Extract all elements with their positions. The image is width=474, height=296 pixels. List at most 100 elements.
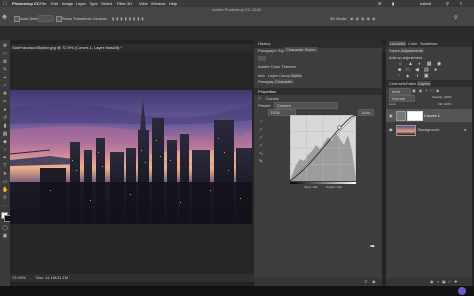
paragraph-char-tabs: Paragraph Character [254,78,382,86]
history-brush-tool-icon[interactable]: ↺ [2,116,8,121]
tab-adjustments[interactable]: Adjustments [400,48,425,53]
layer-name[interactable]: Curves 1 [424,113,440,118]
auto-select-dropdown[interactable] [38,15,54,22]
path-select-tool-icon[interactable]: ➤ [2,172,8,177]
move-tool-icon[interactable]: ✥ [2,15,10,21]
type-tool-icon[interactable]: T [2,164,8,169]
more-tools-icon[interactable]: ⋯ [2,204,8,209]
lasso-tool-icon[interactable]: ✿ [2,60,8,65]
visibility-eye-icon[interactable]: ◉ [389,113,393,118]
stamp-tool-icon[interactable]: ● [2,108,8,113]
curves-adjustment-icon: □ [258,96,262,102]
show-transform-label: Show Transform Controls [62,16,108,21]
shape-tool-icon[interactable]: ▭ [2,180,8,185]
3d-mode-icons[interactable]: ◉◉◉◉◉ [350,16,380,21]
tools-panel: ✥ □ ✿ ✎ ⌖ ✓ ✚ ✏ ● ↺ ▮ ▦ ◆ ○ ✒ T ➤ ▭ ✋ ⚲ … [0,40,11,286]
menu-edit[interactable]: Edit [51,1,58,6]
move-tool-icon[interactable]: ✥ [2,44,8,49]
window-title: Adobe Photoshop CC 2018 [212,7,261,12]
document-tab[interactable]: SanFranciscoSkyline.jpg @ 72.9% (Curves … [12,45,122,50]
adobe-color-themes[interactable]: Adobe Color Themes [258,64,296,69]
menubar-user[interactable]: hakett [420,1,431,6]
curves-graph[interactable] [289,114,357,182]
zoom-level[interactable]: 72.93% [12,275,26,280]
tab-libraries[interactable]: Libraries [389,41,407,46]
tab-character-styles[interactable]: Character Styles [284,47,318,52]
layer-footer-icons[interactable]: ◉◑▣□✚ [430,279,460,284]
adjustments-tabs: Styles Adjustments [386,47,472,54]
zoom-tool-icon[interactable]: ⚲ [2,196,8,201]
3d-mode-label: 3D Mode: [330,16,348,21]
blend-mode-dropdown[interactable]: Normal [389,95,415,102]
align-icons[interactable]: ▮▮▮▮▮▮▮▮ [112,16,172,21]
properties-footer: ↺ ◉ [254,278,382,286]
eyedropper-tool-icon[interactable]: ✓ [2,84,8,89]
menu-select[interactable]: Select [101,1,112,6]
3d-panel-icon[interactable] [258,56,266,61]
hand-tool-icon[interactable]: ✋ [2,188,8,193]
fill-field[interactable]: Fill: 100% [438,102,451,107]
white-point-eyedropper-icon[interactable]: ✓ [259,142,263,150]
menu-layer[interactable]: Layer [76,1,86,6]
eraser-tool-icon[interactable]: ▮ [2,124,8,129]
tab-color[interactable]: Color [408,41,418,46]
tab-paths[interactable]: Paths [406,81,416,86]
blur-tool-icon[interactable]: ◆ [2,140,8,145]
layer-filter-icons[interactable]: ▣◉T□◆ [412,88,462,93]
reset-icon[interactable]: ↺ [364,279,367,284]
brush-tool-icon[interactable]: ✏ [2,100,8,105]
middle-panel-dock: History Paragraph Styles Character Style… [254,40,382,286]
tab-swatches[interactable]: Swatches [420,41,437,46]
layer-mask-thumb[interactable] [407,111,423,121]
menu-help[interactable]: Help [169,1,177,6]
screen-mode-icon[interactable]: ▣ [2,234,8,239]
menu-view[interactable]: View [139,1,148,6]
input-value: Input: 199 [304,185,318,189]
layer-row[interactable]: ◉ Curves 1 [386,109,472,122]
draw-curve-icon[interactable]: ✎ [259,158,263,166]
adjustment-icons[interactable]: ☼ ▲ ◐ ▦ ◉ ■ □ ◀ ▤ ● ▫ ▲ ◑ ▣ [398,61,458,79]
document-image[interactable] [10,90,252,224]
tab-character[interactable]: Character [274,79,294,84]
preset-dropdown[interactable]: Custom [274,102,338,109]
menu-window[interactable]: Window [151,1,165,6]
auto-button[interactable]: Auto [358,109,374,116]
crop-tool-icon[interactable]: ⌖ [2,76,8,81]
tab-layers[interactable]: Layers [417,81,432,86]
layer-name[interactable]: Background [418,127,439,132]
layers-tabs: Channels Paths Layers [386,80,472,87]
target-adjust-icon[interactable]: ☞ [259,118,263,126]
preset-label: Preset: [258,103,271,108]
tab-styles[interactable]: Styles [389,48,400,53]
menu-type[interactable]: Type [89,1,98,6]
opacity-field[interactable]: Opacity: 100% [432,95,452,100]
visibility-icon[interactable]: ◉ [372,279,376,284]
menu-filter[interactable]: Filter 3D [117,1,132,6]
black-point-eyedropper-icon[interactable]: ✓ [259,126,263,134]
layer-row[interactable]: ◉ Background ● [386,123,472,136]
search-panel-icon[interactable]: ⚲ [454,15,458,21]
visibility-eye-icon[interactable]: ◉ [389,127,393,132]
status-bar: 72.93% Doc: 11.1M/11.1M [10,274,254,282]
wifi-icon[interactable]: ☰ [378,1,382,6]
edit-points-icon[interactable]: ∿ [259,150,263,158]
marquee-tool-icon[interactable]: □ [2,52,8,57]
quick-select-tool-icon[interactable]: ✎ [2,68,8,73]
layer-kind-filter[interactable]: Kind [389,88,411,95]
healing-tool-icon[interactable]: ✚ [2,92,8,97]
doc-size[interactable]: Doc: 11.1M/11.1M [36,275,68,280]
output-value: Output: 194 [326,185,342,189]
dock-app-icon[interactable] [458,287,466,295]
gradient-tool-icon[interactable]: ▦ [2,132,8,137]
app-menu[interactable]: Photoshop CC [12,1,40,6]
tab-channels[interactable]: Channels [389,81,406,86]
dodge-tool-icon[interactable]: ○ [2,148,8,153]
menu-file[interactable]: File [40,1,46,6]
properties-header: Properties [254,88,382,95]
menu-image[interactable]: Image [62,1,73,6]
search-icon[interactable]: ⚲ [446,1,449,6]
menu-extras-icon[interactable]: ≡ [460,1,462,6]
pen-tool-icon[interactable]: ✒ [2,156,8,161]
quick-mask-icon[interactable]: ◯ [2,226,8,231]
gray-point-eyedropper-icon[interactable]: ✓ [259,134,263,142]
